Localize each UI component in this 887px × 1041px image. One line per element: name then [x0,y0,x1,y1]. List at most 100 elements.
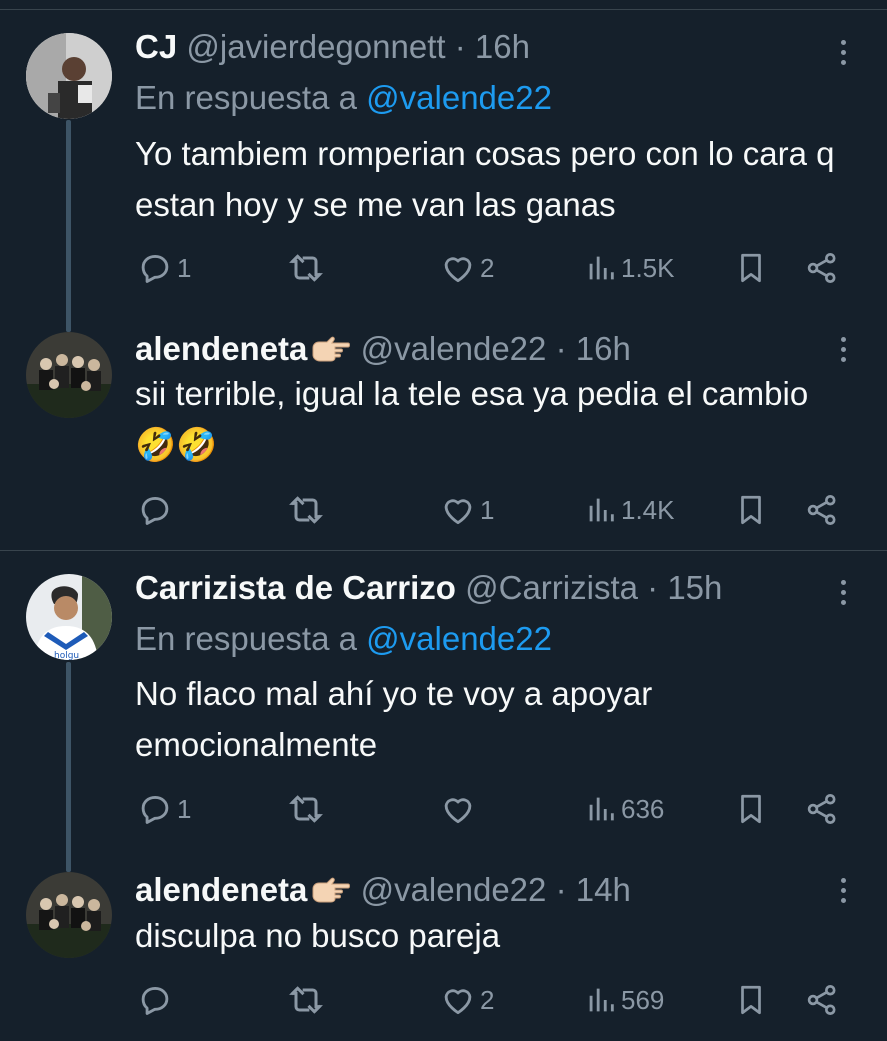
reply-count: 1 [177,252,192,283]
avatar-carrizista[interactable]: holgu [26,574,112,660]
replying-prefix: En respuesta a [135,79,367,116]
replying-mention[interactable]: @valende22 [366,620,552,657]
retweet-button[interactable] [286,789,326,829]
views-count: 1.4K [621,494,675,525]
reply-icon [141,796,169,824]
share-icon [807,253,836,283]
like-button[interactable]: 2 [439,980,494,1020]
retweet-button[interactable] [286,980,326,1020]
heart-icon [444,989,472,1015]
tweet-header: alendeneta @valende22 · 14h [135,870,631,914]
like-button[interactable] [439,789,480,829]
replying-prefix: En respuesta a [135,620,367,657]
more-options-icon[interactable] [836,337,850,367]
pointing-hand-emoji [311,333,351,373]
heart-icon [444,257,472,283]
replying-to: En respuesta a @valende22 [135,619,552,659]
more-options-icon[interactable] [836,878,850,908]
bookmark-button[interactable] [734,980,768,1020]
user-handle[interactable]: @Carrizista [465,569,638,606]
bookmark-icon [741,985,761,1015]
views-button[interactable]: 569 [584,980,664,1020]
tweet-actions: 1 1.4K [0,490,887,530]
retweet-icon [289,986,323,1014]
like-count: 2 [480,252,495,283]
retweet-icon [289,795,323,823]
separator-dot: · [555,871,567,908]
retweet-icon [289,496,323,524]
user-handle[interactable]: @valende22 [361,330,547,367]
bookmark-button[interactable] [734,490,768,530]
retweet-icon [289,254,323,282]
share-button[interactable] [804,789,840,829]
share-button[interactable] [804,490,840,530]
timestamp[interactable]: 15h [667,569,722,606]
thread-connector [66,662,71,872]
reply-icon [141,987,169,1015]
reply-button[interactable] [136,980,177,1020]
display-name[interactable]: alendeneta [135,330,307,367]
reply-button[interactable]: 1 [136,789,191,829]
like-button[interactable]: 1 [439,490,494,530]
views-chart-icon [589,797,614,821]
views-count: 569 [621,984,665,1015]
views-chart-icon [589,498,614,522]
views-button[interactable]: 1.5K [584,248,675,288]
avatar-alendeneta[interactable] [26,332,112,418]
share-icon [807,794,836,824]
timestamp[interactable]: 16h [576,330,631,367]
tweet-header: alendeneta @valende22 · 16h [135,329,631,373]
bookmark-button[interactable] [734,248,768,288]
like-button[interactable]: 2 [439,248,494,288]
more-options-icon[interactable] [836,580,850,610]
share-button[interactable] [804,980,840,1020]
display-name[interactable]: alendeneta [135,871,307,908]
heart-icon [444,798,472,824]
tweet-text: Yo tambiem romperian cosas pero con lo c… [135,135,835,223]
svg-text:holgu: holgu [54,651,79,660]
like-count: 2 [480,984,495,1015]
bookmark-icon [741,794,761,824]
display-name[interactable]: Carrizista de Carrizo [135,569,456,606]
views-button[interactable]: 636 [584,789,664,829]
more-options-icon[interactable] [836,40,850,70]
reply-button[interactable] [136,490,177,530]
timestamp[interactable]: 16h [475,28,530,65]
separator-dot: · [454,28,466,65]
reply-icon [141,255,169,283]
replying-to: En respuesta a @valende22 [135,78,552,118]
user-handle[interactable]: @valende22 [361,871,547,908]
retweet-button[interactable] [286,490,326,530]
tweet-actions: 2 569 [0,980,887,1020]
views-chart-icon [589,256,614,280]
timestamp[interactable]: 14h [576,871,631,908]
separator-dot: · [647,569,659,606]
bookmark-icon [741,495,761,525]
avatar-cj[interactable] [26,33,112,119]
reply-count: 1 [177,793,192,824]
reply-icon [141,497,169,525]
like-count: 1 [480,494,495,525]
reply-button[interactable]: 1 [136,248,191,288]
thread-connector [66,120,71,332]
tweet-actions: 1 636 [0,789,887,829]
pointing-hand-emoji [311,874,351,914]
bookmark-button[interactable] [734,789,768,829]
views-count: 1.5K [621,252,675,283]
bookmark-icon [741,253,761,283]
views-chart-icon [589,988,614,1012]
views-count: 636 [621,793,665,824]
share-button[interactable] [804,248,840,288]
top-divider [0,9,887,10]
share-icon [807,985,836,1015]
tweet-header: CJ @javierdegonnett · 16h [135,27,530,67]
retweet-button[interactable] [286,248,326,288]
display-name[interactable]: CJ [135,28,177,65]
share-icon [807,495,836,525]
views-button[interactable]: 1.4K [584,490,675,530]
tweet-actions: 1 2 1.5K [0,248,887,288]
separator-dot: · [555,330,567,367]
user-handle[interactable]: @javierdegonnett [186,28,445,65]
replying-mention[interactable]: @valende22 [366,79,552,116]
avatar-alendeneta[interactable] [26,872,112,958]
